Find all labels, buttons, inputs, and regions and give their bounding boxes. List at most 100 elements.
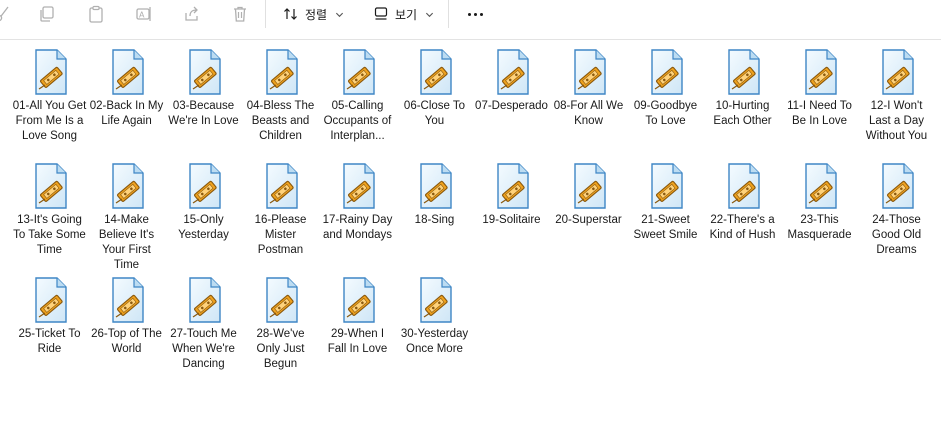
file-name: 29-When I Fall In Love (327, 328, 388, 355)
file-name: 22-There's a Kind of Hush (709, 214, 776, 241)
file-item[interactable]: 01-All You Get From Me Is a Love Song (11, 46, 88, 160)
file-item[interactable]: 24-Those Good Old Dreams (858, 160, 935, 274)
audio-file-icon (34, 277, 67, 323)
file-name: 18-Sing (414, 214, 455, 226)
file-item[interactable]: 23-This Masquerade (781, 160, 858, 274)
file-item[interactable]: 18-Sing (396, 160, 473, 274)
file-item[interactable]: 27-Touch Me When We're Dancing (165, 274, 242, 388)
command-bar: A 정렬 보기 (0, 0, 941, 40)
file-item[interactable]: 15-Only Yesterday (165, 160, 242, 274)
file-item[interactable]: 29-When I Fall In Love (319, 274, 396, 388)
audio-file-icon (496, 49, 529, 95)
file-item[interactable]: 25-Ticket To Ride (11, 274, 88, 388)
rename-icon[interactable]: A (133, 3, 155, 25)
audio-file-icon (804, 163, 837, 209)
file-name: 17-Rainy Day and Mondays (322, 214, 393, 241)
audio-file-icon (111, 277, 144, 323)
audio-file-icon (573, 163, 606, 209)
file-name: 16-Please Mister Postman (254, 214, 307, 256)
audio-file-icon (727, 163, 760, 209)
file-item[interactable]: 02-Back In My Life Again (88, 46, 165, 160)
sort-button[interactable]: 정렬 (283, 2, 344, 26)
file-item[interactable]: 06-Close To You (396, 46, 473, 160)
file-item[interactable]: 08-For All We Know (550, 46, 627, 160)
file-name: 09-Goodbye To Love (633, 100, 698, 127)
sort-label: 정렬 (305, 7, 328, 22)
file-item[interactable]: 16-Please Mister Postman (242, 160, 319, 274)
file-name: 10-Hurting Each Other (713, 100, 772, 127)
more-options-button[interactable] (463, 4, 487, 24)
audio-file-icon (650, 163, 683, 209)
audio-file-icon (265, 49, 298, 95)
file-item[interactable]: 26-Top of The World (88, 274, 165, 388)
chevron-down-icon (426, 12, 434, 17)
audio-file-icon (34, 163, 67, 209)
audio-file-icon (419, 49, 452, 95)
audio-file-icon (342, 163, 375, 209)
audio-file-icon (342, 49, 375, 95)
audio-file-icon (111, 163, 144, 209)
file-name: 07-Desperado (475, 100, 548, 112)
file-name: 02-Back In My Life Again (89, 100, 164, 127)
audio-file-icon (573, 49, 606, 95)
audio-file-icon (188, 163, 221, 209)
file-item[interactable]: 04-Bless The Beasts and Children (242, 46, 319, 160)
view-icon (374, 7, 388, 20)
file-item[interactable]: 20-Superstar (550, 160, 627, 274)
audio-file-icon (650, 49, 683, 95)
file-item[interactable]: 30-Yesterday Once More (396, 274, 473, 388)
file-name: 06-Close To You (403, 100, 466, 127)
audio-file-icon (727, 49, 760, 95)
file-item[interactable]: 19-Solitaire (473, 160, 550, 274)
file-name: 21-Sweet Sweet Smile (633, 214, 698, 241)
file-name: 27-Touch Me When We're Dancing (170, 328, 237, 370)
paste-icon[interactable] (85, 3, 107, 25)
file-name: 15-Only Yesterday (178, 214, 229, 241)
file-grid: 01-All You Get From Me Is a Love Song 02… (11, 46, 941, 388)
file-name: 25-Ticket To Ride (18, 328, 81, 355)
file-item[interactable]: 14-Make Believe It's Your First Time (88, 160, 165, 274)
audio-file-icon (419, 163, 452, 209)
file-name: 24-Those Good Old Dreams (871, 214, 922, 256)
file-name: 03-Because We're In Love (168, 100, 239, 127)
audio-file-icon (881, 163, 914, 209)
file-name: 28-We've Only Just Begun (256, 328, 305, 370)
delete-icon[interactable] (229, 3, 251, 25)
audio-file-icon (419, 277, 452, 323)
file-name: 13-It's Going To Take Some Time (13, 214, 86, 256)
audio-file-icon (188, 277, 221, 323)
file-name: 30-Yesterday Once More (400, 328, 469, 355)
file-item[interactable]: 22-There's a Kind of Hush (704, 160, 781, 274)
file-item[interactable]: 17-Rainy Day and Mondays (319, 160, 396, 274)
file-name: 12-I Won't Last a Day Without You (865, 100, 928, 142)
file-name: 14-Make Believe It's Your First Time (98, 214, 155, 271)
file-item[interactable]: 11-I Need To Be In Love (781, 46, 858, 160)
audio-file-icon (804, 49, 837, 95)
audio-file-icon (265, 277, 298, 323)
copy-icon[interactable] (36, 3, 58, 25)
file-item[interactable]: 03-Because We're In Love (165, 46, 242, 160)
file-item[interactable]: 12-I Won't Last a Day Without You (858, 46, 935, 160)
file-name: 05-Calling Occupants of Interplan... (323, 100, 392, 142)
view-button[interactable]: 보기 (373, 2, 434, 26)
share-icon[interactable] (181, 3, 203, 25)
file-item[interactable]: 05-Calling Occupants of Interplan... (319, 46, 396, 160)
chevron-down-icon (336, 12, 344, 17)
file-name: 01-All You Get From Me Is a Love Song (12, 100, 87, 142)
file-name: 20-Superstar (555, 214, 622, 226)
file-item[interactable]: 07-Desperado (473, 46, 550, 160)
audio-file-icon (342, 277, 375, 323)
audio-file-icon (34, 49, 67, 95)
file-name: 23-This Masquerade (787, 214, 852, 241)
file-item[interactable]: 21-Sweet Sweet Smile (627, 160, 704, 274)
file-item[interactable]: 09-Goodbye To Love (627, 46, 704, 160)
file-name: 26-Top of The World (91, 328, 162, 355)
cut-icon[interactable] (0, 3, 14, 25)
file-item[interactable]: 13-It's Going To Take Some Time (11, 160, 88, 274)
audio-file-icon (881, 49, 914, 95)
toolbar-divider (448, 0, 449, 28)
toolbar-divider (265, 0, 266, 28)
file-name: 11-I Need To Be In Love (787, 100, 852, 127)
file-item[interactable]: 28-We've Only Just Begun (242, 274, 319, 388)
file-item[interactable]: 10-Hurting Each Other (704, 46, 781, 160)
